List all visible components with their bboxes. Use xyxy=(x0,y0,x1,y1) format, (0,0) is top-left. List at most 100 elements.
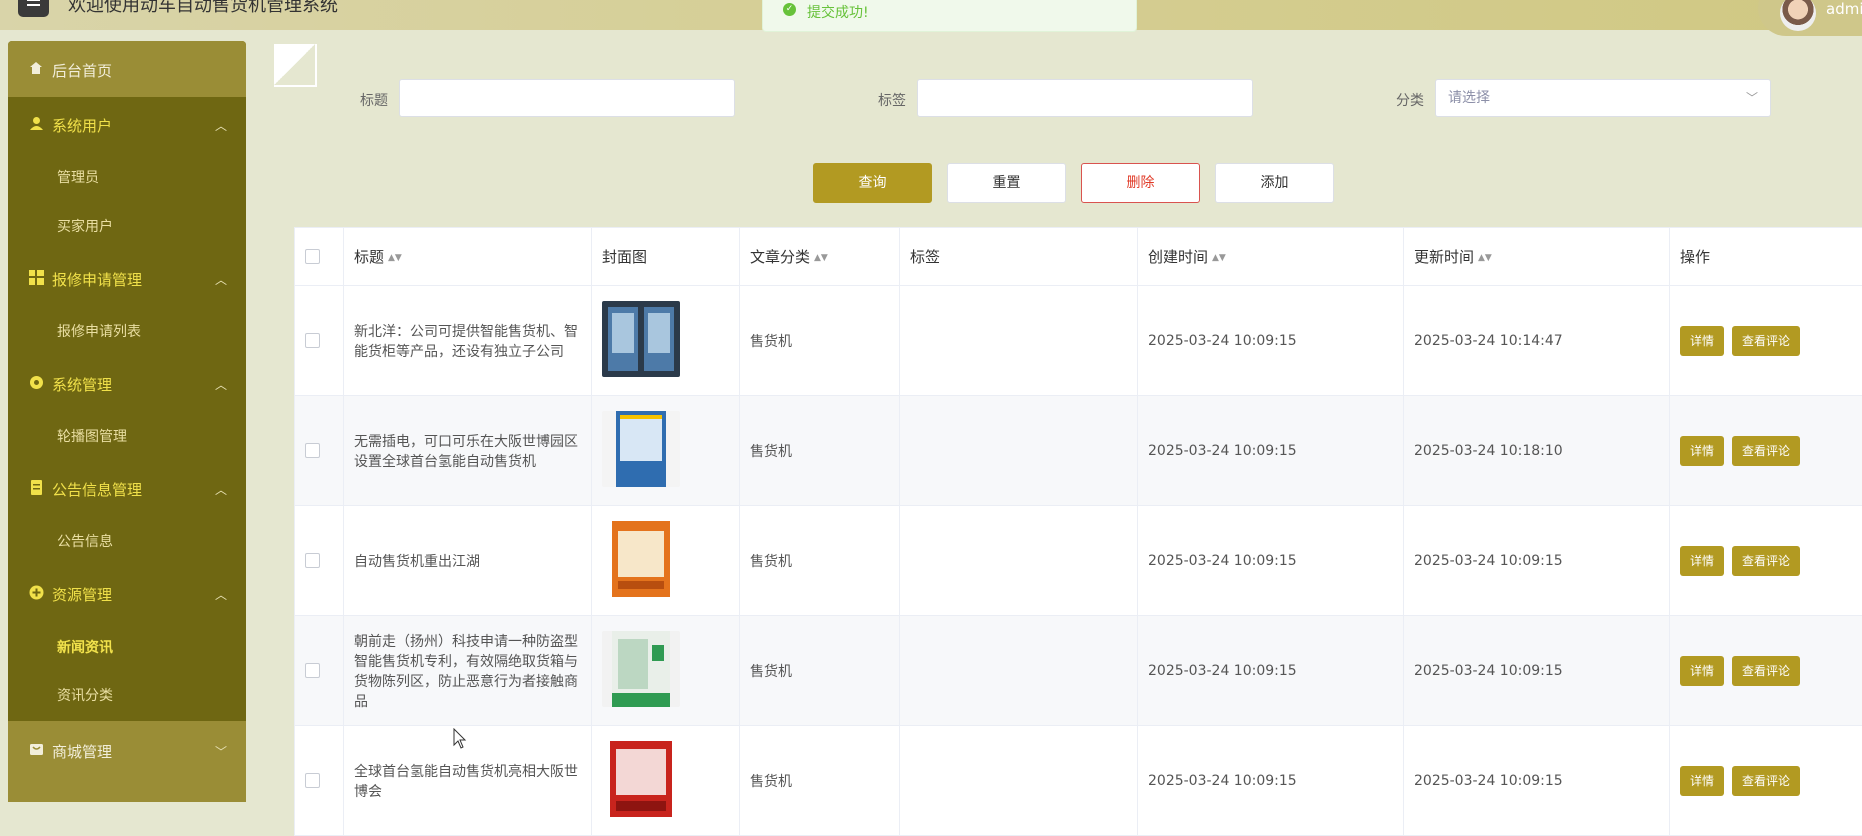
sidebar-group-repair[interactable]: 报修申请管理 ︿ xyxy=(8,255,246,303)
column-header-actions: 操作 xyxy=(1670,228,1862,286)
view-comments-button[interactable]: 查看评论 xyxy=(1732,436,1800,466)
cell-category: 售货机 xyxy=(740,616,900,726)
view-comments-button[interactable]: 查看评论 xyxy=(1732,546,1800,576)
sidebar-item-home[interactable]: 后台首页 xyxy=(8,41,246,97)
chevron-up-icon: ︿ xyxy=(215,117,227,134)
menu-toggle-icon[interactable] xyxy=(18,0,49,17)
sort-icon[interactable]: ▲▼ xyxy=(1478,253,1492,263)
sidebar-group-system[interactable]: 系统管理 ︿ xyxy=(8,360,246,408)
detail-button[interactable]: 详情 xyxy=(1680,546,1724,576)
success-toast: ✓ 提交成功! xyxy=(762,0,1137,32)
user-icon xyxy=(29,116,44,131)
reset-button[interactable]: 重置 xyxy=(947,163,1066,203)
sidebar-group-label: 系统用户 xyxy=(52,115,112,136)
cell-created: 2025-03-24 10:09:15 xyxy=(1138,286,1404,396)
check-circle-icon: ✓ xyxy=(783,3,796,16)
sidebar-item-label: 新闻资讯 xyxy=(57,637,113,657)
view-comments-button[interactable]: 查看评论 xyxy=(1732,326,1800,356)
sidebar-group-users[interactable]: 系统用户 ︿ xyxy=(8,101,246,149)
sidebar-group-label: 公告信息管理 xyxy=(52,479,142,500)
add-button[interactable]: 添加 xyxy=(1215,163,1334,203)
table-row: 无需插电，可口可乐在大阪世博园区设置全球首台氢能自动售货机 售货机 2025-0… xyxy=(295,396,1862,506)
cell-tag xyxy=(900,616,1138,726)
view-comments-button[interactable]: 查看评论 xyxy=(1732,766,1800,796)
mouse-cursor-icon xyxy=(453,728,467,750)
cell-title: 无需插电，可口可乐在大阪世博园区设置全球首台氢能自动售货机 xyxy=(344,396,592,506)
sort-icon[interactable]: ▲▼ xyxy=(1212,253,1226,263)
row-checkbox[interactable] xyxy=(305,443,320,458)
row-checkbox[interactable] xyxy=(305,333,320,348)
tag-filter-input[interactable] xyxy=(917,79,1253,117)
title-filter-input[interactable] xyxy=(399,79,735,117)
row-checkbox[interactable] xyxy=(305,553,320,568)
document-icon xyxy=(29,480,44,495)
cover-image[interactable] xyxy=(602,521,680,597)
column-header-label: 封面图 xyxy=(602,248,647,266)
cell-title: 自动售货机重出江湖 xyxy=(344,506,592,616)
sidebar-item-news-category[interactable]: 资讯分类 xyxy=(8,672,246,716)
cell-category: 售货机 xyxy=(740,396,900,506)
page-corner xyxy=(274,44,317,87)
grid-icon xyxy=(29,270,44,285)
cover-image[interactable] xyxy=(602,741,680,817)
table-header-row: 标题▲▼ 封面图 文章分类▲▼ 标签 创建时间▲▼ 更新时间▲▼ 操作 xyxy=(295,228,1862,286)
cover-image[interactable] xyxy=(602,411,680,487)
sidebar-item-repair-list[interactable]: 报修申请列表 xyxy=(8,308,246,352)
sidebar-group-shop[interactable]: 商城管理 ﹀ xyxy=(8,721,246,802)
table-row: 新北洋：公司可提供智能售货机、智能货柜等产品，还设有独立子公司 售货机 2025… xyxy=(295,286,1862,396)
sidebar-item-carousel[interactable]: 轮播图管理 xyxy=(8,413,246,457)
chevron-up-icon: ︿ xyxy=(215,376,227,393)
home-icon xyxy=(29,61,43,75)
cell-category: 售货机 xyxy=(740,726,900,836)
sort-icon[interactable]: ▲▼ xyxy=(814,253,828,263)
column-header-title[interactable]: 标题 ▲▼ xyxy=(344,228,592,286)
row-checkbox[interactable] xyxy=(305,663,320,678)
sidebar-item-label: 轮播图管理 xyxy=(57,426,127,446)
plus-circle-icon xyxy=(29,585,44,600)
sidebar-item-news[interactable]: 新闻资讯 xyxy=(8,624,246,668)
cell-tag xyxy=(900,506,1138,616)
delete-button[interactable]: 删除 xyxy=(1081,163,1200,203)
category-select[interactable]: 请选择 ﹀ xyxy=(1435,79,1771,117)
column-header-label: 创建时间 xyxy=(1148,248,1208,266)
view-comments-button[interactable]: 查看评论 xyxy=(1732,656,1800,686)
cell-title: 朝前走（扬州）科技申请一种防盗型智能售货机专利，有效隔绝取货箱与货物陈列区，防止… xyxy=(344,616,592,726)
detail-button[interactable]: 详情 xyxy=(1680,656,1724,686)
user-menu[interactable]: admin xyxy=(1758,0,1862,36)
sidebar-item-label: 后台首页 xyxy=(52,60,112,81)
column-header-label: 标题 xyxy=(354,248,384,266)
sidebar-item-admin[interactable]: 管理员 xyxy=(8,154,246,198)
row-checkbox[interactable] xyxy=(305,773,320,788)
column-header-created[interactable]: 创建时间 ▲▼ xyxy=(1138,228,1404,286)
sidebar-group-label: 商城管理 xyxy=(52,741,112,762)
search-button[interactable]: 查询 xyxy=(813,163,932,203)
toast-message: 提交成功! xyxy=(807,2,869,22)
cell-title: 全球首台氢能自动售货机亮相大阪世博会 xyxy=(344,726,592,836)
detail-button[interactable]: 详情 xyxy=(1680,766,1724,796)
cell-created: 2025-03-24 10:09:15 xyxy=(1138,726,1404,836)
sidebar-group-notice[interactable]: 公告信息管理 ︿ xyxy=(8,465,246,513)
detail-button[interactable]: 详情 xyxy=(1680,326,1724,356)
chevron-down-icon: ﹀ xyxy=(1746,80,1758,116)
category-filter-label: 分类 xyxy=(1396,90,1424,110)
sidebar-group-resources[interactable]: 资源管理 ︿ xyxy=(8,570,246,618)
cell-updated: 2025-03-24 10:09:15 xyxy=(1404,616,1670,726)
table-row: 全球首台氢能自动售货机亮相大阪世博会 售货机 2025-03-24 10:09:… xyxy=(295,726,1862,836)
column-header-category[interactable]: 文章分类▲▼ xyxy=(740,228,900,286)
detail-button[interactable]: 详情 xyxy=(1680,436,1724,466)
cover-image[interactable] xyxy=(602,631,680,707)
column-header-updated[interactable]: 更新时间▲▼ xyxy=(1404,228,1670,286)
user-name[interactable]: admin xyxy=(1826,0,1862,18)
cell-created: 2025-03-24 10:09:15 xyxy=(1138,396,1404,506)
cell-updated: 2025-03-24 10:09:15 xyxy=(1404,506,1670,616)
sidebar-item-label: 公告信息 xyxy=(57,531,113,551)
avatar[interactable] xyxy=(1780,0,1816,31)
cell-updated: 2025-03-24 10:18:10 xyxy=(1404,396,1670,506)
sidebar-item-notices[interactable]: 公告信息 xyxy=(8,518,246,562)
cover-image[interactable] xyxy=(602,301,680,377)
cell-tag xyxy=(900,396,1138,506)
sidebar-item-buyers[interactable]: 买家用户 xyxy=(8,203,246,247)
sort-icon[interactable]: ▲▼ xyxy=(388,253,402,263)
cell-category: 售货机 xyxy=(740,506,900,616)
select-all-checkbox[interactable] xyxy=(305,249,320,264)
